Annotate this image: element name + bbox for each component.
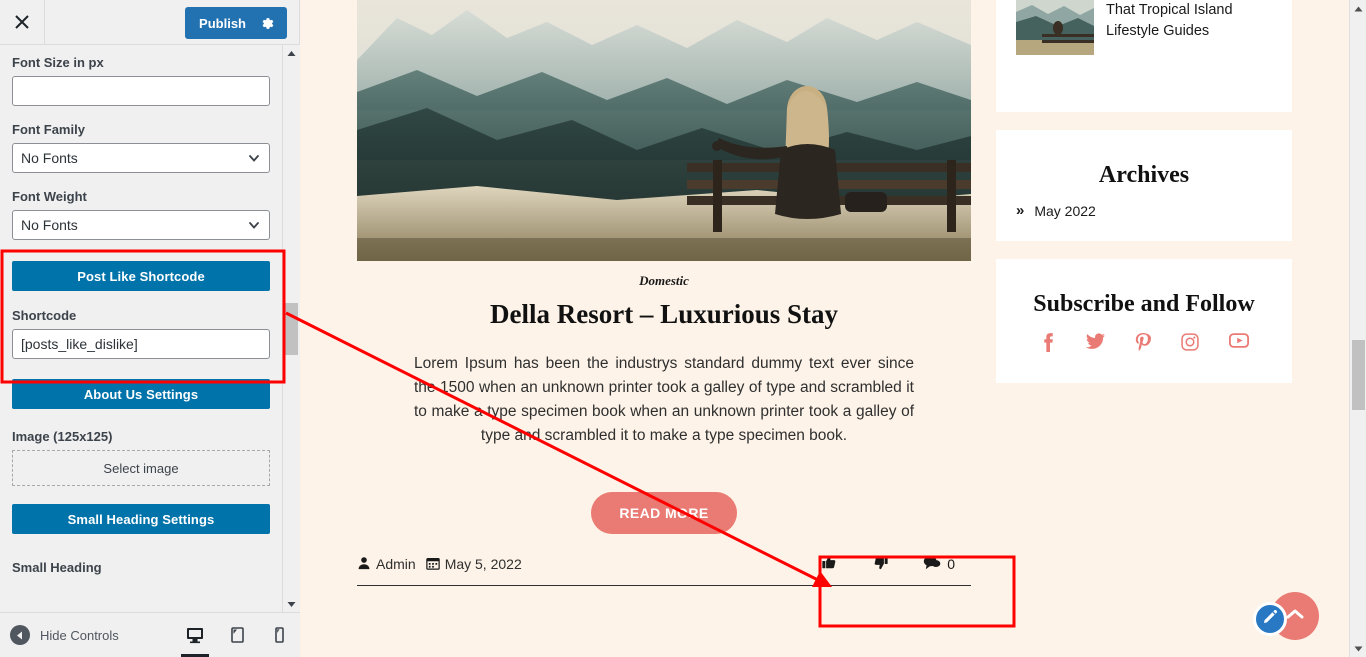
customizer-panel: Publish Font Size in px Font Family No F… [0, 0, 300, 657]
about-us-settings-button[interactable]: About Us Settings [12, 379, 270, 409]
customizer-header: Publish [0, 0, 299, 45]
recent-posts-widget: That Tropical Island Lifestyle Guides [996, 0, 1292, 112]
edit-pencil-icon [1262, 609, 1278, 630]
window-scrollbar[interactable] [1349, 0, 1366, 657]
sidebar-widgets: That Tropical Island Lifestyle Guides Ar… [996, 0, 1292, 401]
desktop-icon[interactable] [174, 613, 216, 657]
recent-post-thumbnail [1016, 0, 1094, 55]
font-weight-value: No Fonts [21, 217, 78, 233]
like-button[interactable] [821, 554, 838, 574]
post-like-shortcode-button[interactable]: Post Like Shortcode [12, 261, 270, 291]
comment-icon [923, 555, 941, 574]
thumbs-down-icon [872, 554, 889, 574]
post-excerpt: Lorem Ipsum has been the industrys stand… [414, 355, 914, 444]
archives-widget: Archives » May 2022 [996, 130, 1292, 241]
scroll-down-icon[interactable] [283, 596, 300, 613]
scroll-up-icon[interactable] [1350, 0, 1366, 17]
calendar-icon [425, 556, 440, 573]
recent-post-title[interactable]: That Tropical Island Lifestyle Guides [1106, 0, 1272, 42]
comment-count: 0 [947, 556, 955, 572]
font-family-value: No Fonts [21, 150, 78, 166]
archives-title: Archives [1098, 162, 1190, 188]
read-more-wrapper: READ MORE [357, 492, 971, 534]
font-weight-select[interactable]: No Fonts [12, 210, 270, 240]
shortcode-label: Shortcode [12, 308, 77, 323]
user-icon [357, 556, 371, 573]
post-divider [357, 585, 971, 586]
image-size-label: Image (125x125) [12, 429, 113, 444]
publish-label: Publish [199, 15, 246, 31]
post-meta: Admin May 5, 2022 0 [357, 554, 971, 574]
facebook-icon[interactable] [1039, 333, 1056, 353]
chevron-down-icon [247, 218, 261, 232]
scroll-down-icon[interactable] [1350, 640, 1366, 657]
font-weight-label: Font Weight [12, 189, 87, 204]
select-image-button[interactable]: Select image [12, 450, 270, 486]
comment-count-button[interactable]: 0 [923, 555, 955, 574]
pinterest-icon[interactable] [1135, 333, 1151, 353]
read-more-button[interactable]: READ MORE [591, 492, 737, 534]
device-preview-buttons [174, 613, 300, 657]
small-heading-label: Small Heading [12, 560, 102, 575]
instagram-icon[interactable] [1181, 333, 1199, 353]
subscribe-widget: Subscribe and Follow [996, 259, 1292, 383]
double-chevron-right-icon: » [1016, 202, 1025, 219]
font-family-select[interactable]: No Fonts [12, 143, 270, 173]
thumbs-up-icon [821, 554, 838, 574]
post-article: Domestic Della Resort – Luxurious Stay L… [357, 0, 971, 586]
scroll-up-icon[interactable] [283, 45, 300, 62]
window-scroll-thumb[interactable] [1352, 340, 1365, 410]
social-links [1016, 333, 1272, 353]
post-date-text: May 5, 2022 [444, 556, 522, 572]
customizer-controls: Font Size in px Font Family No Fonts Fon… [0, 45, 300, 613]
font-size-input[interactable] [12, 76, 270, 106]
tablet-icon[interactable] [216, 613, 258, 657]
customizer-screen: Publish Font Size in px Font Family No F… [0, 0, 1366, 657]
post-author-name: Admin [376, 556, 416, 572]
publish-button[interactable]: Publish [185, 7, 287, 39]
post-featured-image [357, 0, 971, 261]
subscribe-title: Subscribe and Follow [1033, 291, 1255, 317]
youtube-icon[interactable] [1229, 333, 1249, 353]
twitter-icon[interactable] [1086, 333, 1105, 353]
post-title[interactable]: Della Resort – Luxurious Stay [357, 299, 971, 330]
hide-controls-label[interactable]: Hide Controls [40, 628, 119, 643]
close-icon[interactable] [0, 0, 45, 44]
shortcode-input[interactable] [12, 329, 270, 359]
post-date[interactable]: May 5, 2022 [425, 556, 522, 573]
post-author[interactable]: Admin [357, 556, 416, 573]
collapse-sidebar-icon[interactable] [10, 625, 30, 645]
archive-item-label: May 2022 [1034, 202, 1096, 219]
chevron-down-icon [247, 151, 261, 165]
customizer-scrollbar[interactable] [282, 45, 299, 613]
post-category[interactable]: Domestic [357, 273, 971, 289]
dislike-button[interactable] [872, 554, 889, 574]
post-reactions: 0 [821, 554, 971, 574]
mobile-icon[interactable] [258, 613, 300, 657]
small-heading-settings-button[interactable]: Small Heading Settings [12, 504, 270, 534]
customizer-footer: Hide Controls [0, 612, 300, 657]
list-item[interactable]: That Tropical Island Lifestyle Guides [1016, 0, 1272, 55]
font-size-label: Font Size in px [12, 55, 104, 70]
customizer-scroll-thumb[interactable] [285, 303, 298, 355]
chevron-up-icon [1285, 607, 1305, 626]
site-preview: Domestic Della Resort – Luxurious Stay L… [300, 0, 1349, 657]
edit-page-button[interactable] [1253, 602, 1287, 636]
gear-icon[interactable] [260, 16, 275, 31]
font-family-label: Font Family [12, 122, 85, 137]
archive-item[interactable]: » May 2022 [1016, 202, 1272, 219]
